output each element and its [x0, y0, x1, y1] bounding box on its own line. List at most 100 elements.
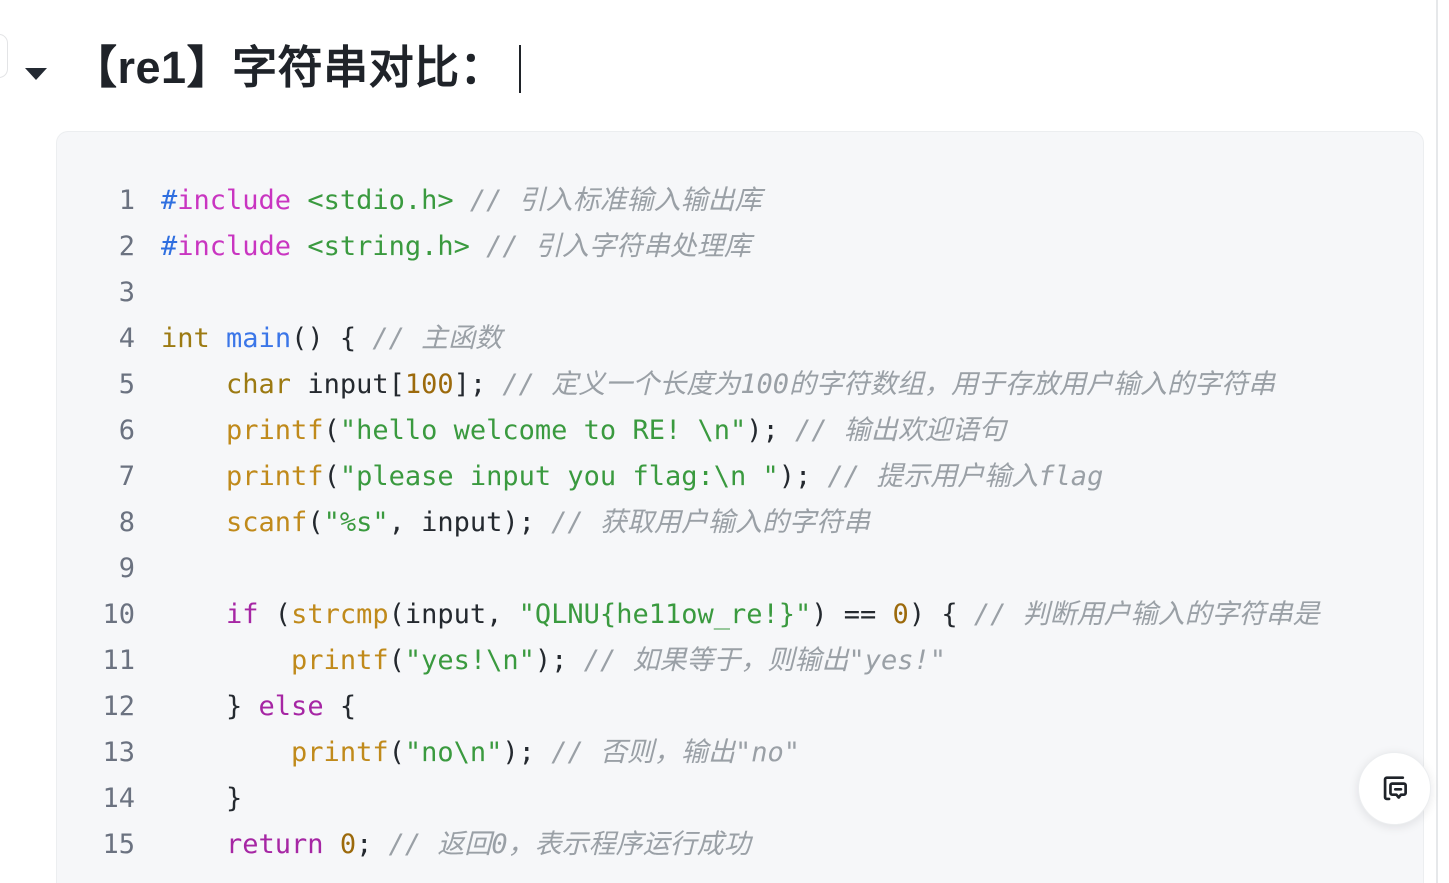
code-token-plain: ];	[453, 369, 503, 400]
comment-document-glyph	[1383, 775, 1407, 800]
code-token-num: 0	[892, 599, 909, 630]
code-token-string: "hello welcome to RE! \n"	[339, 415, 747, 446]
code-line-content[interactable]: #include <stdio.h> // 引入标准输入输出库	[151, 178, 1320, 224]
code-token-plain: input[	[291, 369, 405, 400]
code-line: 13 printf("no\n"); // 否则，输出"no"	[57, 730, 1320, 776]
code-token-pre: include	[177, 185, 292, 216]
code-token-func: printf	[226, 461, 324, 492]
code-line-content[interactable]: printf("yes!\n"); // 如果等于，则输出"yes!"	[151, 638, 1320, 684]
code-line: 8 scanf("%s", input); // 获取用户输入的字符串	[57, 500, 1320, 546]
code-line-content[interactable]: ​	[151, 546, 1320, 592]
code-token-type: char	[226, 369, 292, 400]
text-cursor	[519, 45, 522, 93]
code-token-plain: ) {	[908, 599, 974, 630]
code-block[interactable]: 1 #include <stdio.h> // 引入标准输入输出库 2 #includ…	[56, 131, 1424, 883]
code-token-plain: );	[778, 461, 828, 492]
code-line: 1 #include <stdio.h> // 引入标准输入输出库	[57, 178, 1320, 224]
code-line: 14 }	[57, 776, 1320, 822]
caret-down-icon[interactable]	[22, 60, 50, 88]
code-line-content[interactable]: #include <string.h> // 引入字符串处理库	[151, 224, 1320, 270]
code-token-plain: ;	[356, 829, 389, 860]
caret-down-glyph	[25, 68, 47, 80]
code-line: 12 } else {	[57, 684, 1320, 730]
code-token-comment: // 否则，输出"no"	[551, 737, 800, 768]
code-token-plain: {	[323, 691, 357, 722]
code-line: 10 if (strcmp(input, "QLNU{he11ow_re!}")…	[57, 592, 1320, 638]
line-number: 5	[118, 369, 135, 400]
code-token-string: <stdio.h>	[307, 185, 454, 216]
line-number: 12	[102, 691, 135, 722]
code-token-func: strcmp	[291, 599, 389, 630]
line-number: 8	[118, 507, 135, 538]
code-token-plain: (	[307, 507, 324, 538]
code-token-comment: // 判断用户输入的字符串是	[973, 599, 1320, 630]
code-token-comment: // 输出欢迎语句	[795, 415, 1006, 446]
code-token-comment: // 引入标准输入输出库	[469, 185, 762, 216]
code-line: 2 #include <string.h> // 引入字符串处理库	[57, 224, 1320, 270]
code-line-content[interactable]: printf("no\n"); // 否则，输出"no"	[151, 730, 1320, 776]
code-token-num: 0	[339, 829, 357, 860]
code-token-plain: ) ==	[811, 599, 893, 630]
page-title-text: 字符串对比：	[232, 42, 506, 93]
code-line-content[interactable]: printf("please input you flag:\n "); // …	[151, 454, 1320, 500]
code-token-string: "%s"	[323, 507, 389, 538]
code-line: 11 printf("yes!\n"); // 如果等于，则输出"yes!"	[57, 638, 1320, 684]
code-token-plain: );	[746, 415, 796, 446]
code-line: 9​	[57, 546, 1320, 592]
code-token-keyword: if	[226, 599, 259, 630]
code-line: 7 printf("please input you flag:\n "); /…	[57, 454, 1320, 500]
code-token-string: "please input you flag:\n "	[339, 461, 779, 492]
code-token-func: printf	[226, 415, 324, 446]
code-line-content[interactable]: ​	[151, 270, 1320, 316]
code-token-fnblue: main	[226, 323, 292, 354]
code-token-plain: (	[388, 737, 405, 768]
line-number: 3	[118, 277, 135, 308]
line-number: 11	[102, 645, 135, 676]
code-line: 6 printf("hello welcome to RE! \n"); // …	[57, 408, 1320, 454]
code-line-content[interactable]: return 0; // 返回0，表示程序运行成功	[151, 822, 1320, 868]
code-line-content[interactable]: scanf("%s", input); // 获取用户输入的字符串	[151, 500, 1320, 546]
code-line-content[interactable]: printf("hello welcome to RE! \n"); // 输出…	[151, 408, 1320, 454]
code-token-string: <string.h>	[307, 231, 470, 262]
code-token-hash: #	[161, 185, 178, 216]
code-token-comment: // 引入字符串处理库	[486, 231, 751, 262]
code-token-string: "QLNU{he11ow_re!}"	[518, 599, 812, 630]
code-scroll-area[interactable]: 1 #include <stdio.h> // 引入标准输入输出库 2 #includ…	[57, 132, 1423, 883]
code-token-plain: }	[161, 783, 243, 814]
code-token-pre: include	[177, 231, 292, 262]
code-token-comment: // 提示用户输入flag	[827, 461, 1104, 492]
code-token-plain: );	[534, 645, 584, 676]
code-token-plain: () {	[291, 323, 373, 354]
comment-document-icon[interactable]	[1358, 752, 1431, 825]
code-line-content[interactable]: }	[151, 776, 1320, 822]
code-line: 4 int main() { // 主函数	[57, 316, 1320, 362]
document-page: 【re1】字符串对比： 1 #include <stdio.h> // 引入标准输…	[0, 0, 1449, 883]
code-token-plain: (input,	[388, 599, 519, 630]
code-line-content[interactable]: int main() { // 主函数	[151, 316, 1320, 362]
line-number: 14	[102, 783, 135, 814]
code-token-comment: // 获取用户输入的字符串	[551, 507, 870, 538]
code-line-content[interactable]: char input[100]; // 定义一个长度为100的字符数组，用于存放…	[151, 362, 1320, 408]
line-number: 2	[118, 231, 135, 262]
code-line: 3​	[57, 270, 1320, 316]
line-number: 4	[118, 323, 135, 354]
code-token-plain: , input);	[388, 507, 552, 538]
code-line-content[interactable]: if (strcmp(input, "QLNU{he11ow_re!}") ==…	[151, 592, 1320, 638]
code-token-string: "yes!\n"	[404, 645, 535, 676]
block-handle-icon[interactable]	[0, 34, 8, 78]
code-token-plain: }	[161, 691, 259, 722]
code-token-type: int	[161, 323, 210, 354]
code-token-plain: (	[388, 645, 405, 676]
code-line-content[interactable]: } else {	[151, 684, 1320, 730]
